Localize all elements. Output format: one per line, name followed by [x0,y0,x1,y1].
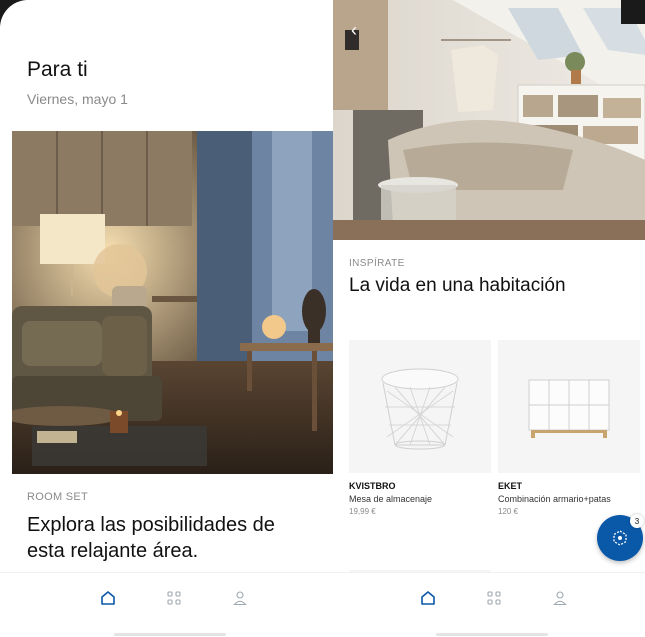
profile-icon [553,591,567,606]
product-description: Mesa de almacenaje [349,494,433,504]
grid-icon [167,591,181,605]
section-headline: La vida en una habitación [349,275,566,296]
nav-profile[interactable] [548,587,572,609]
wire-basket-table-icon [349,340,491,473]
section-kicker: INSPÍRATE [349,258,405,269]
product-card[interactable]: EKET Combinación armario+patas 120 € [498,340,640,516]
ar-count-badge: 3 [630,514,644,528]
section-kicker: ROOM SET [27,491,89,503]
left-phone-screen: Para ti Viernes, mayo 1 ROOM SET Explora… [0,0,335,637]
grid-icon [487,591,501,605]
nav-home[interactable] [416,587,440,609]
home-icon [421,591,435,605]
ar-view-icon [613,530,627,546]
product-description: Combinación armario+patas [498,494,611,504]
product-price: 19,99 € [349,507,376,516]
right-phone-screen: ‹ INSPÍRATE La vida en una habitación KV… [333,0,645,637]
nav-profile[interactable] [228,587,252,609]
section-headline[interactable]: Explora las posibilidades de esta relaja… [27,512,317,564]
cube-shelf-unit-icon [498,340,640,473]
home-indicator [436,633,548,636]
screen-corner [621,0,645,24]
bottom-nav [333,572,645,637]
nav-home[interactable] [96,587,120,609]
page-date: Viernes, mayo 1 [27,91,128,107]
page-title: Para ti [27,58,88,81]
product-name: KVISTBRO [349,481,396,491]
home-indicator [114,633,226,636]
nav-browse[interactable] [162,587,186,609]
home-icon [101,591,115,605]
profile-icon [233,591,247,606]
nav-browse[interactable] [482,587,506,609]
bottom-nav [0,572,335,637]
living-room-image[interactable] [12,131,333,474]
product-card[interactable]: KVISTBRO Mesa de almacenaje 19,99 € [349,340,491,516]
back-arrow-icon[interactable]: ‹ [351,20,357,41]
product-name: EKET [498,481,523,491]
bedroom-image[interactable] [333,0,645,240]
